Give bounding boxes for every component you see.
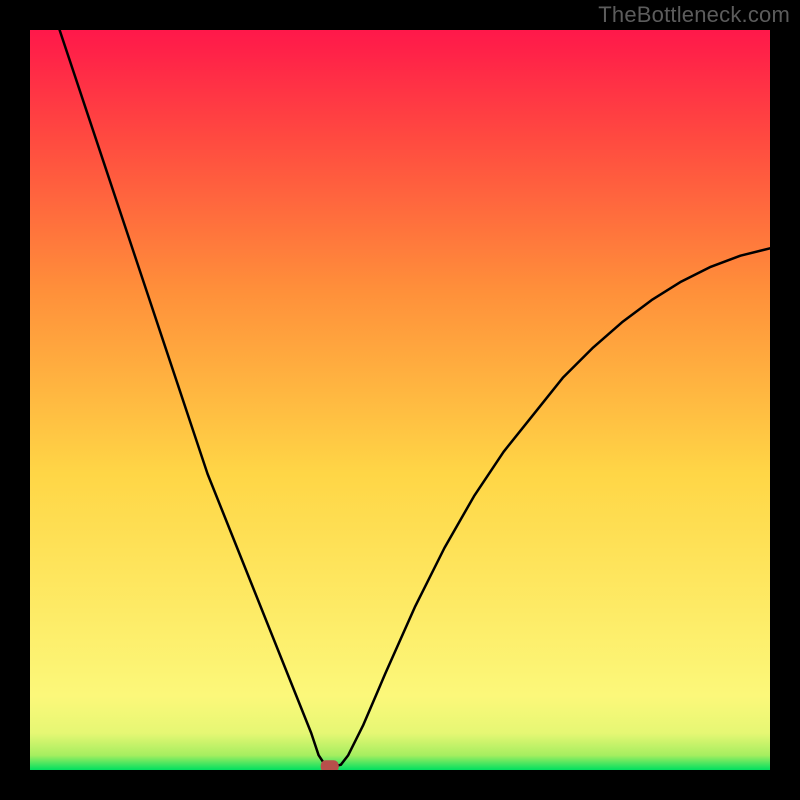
plot-area <box>30 30 770 770</box>
gradient-background <box>30 30 770 770</box>
optimal-marker <box>321 760 339 770</box>
watermark-text: TheBottleneck.com <box>598 2 790 28</box>
chart-container: TheBottleneck.com <box>0 0 800 800</box>
chart-svg <box>30 30 770 770</box>
